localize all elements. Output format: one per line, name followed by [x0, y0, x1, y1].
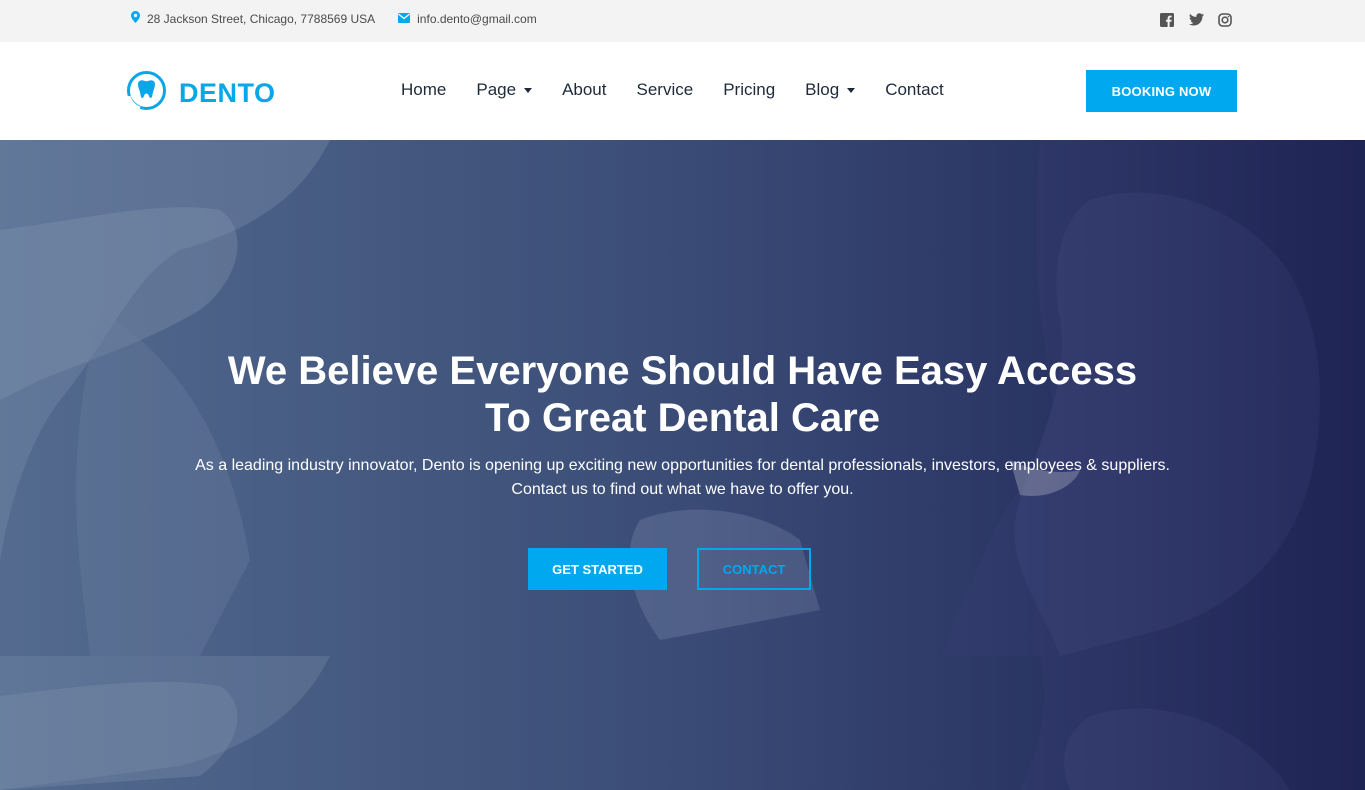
- nav-item-label: About: [562, 80, 607, 99]
- get-started-button[interactable]: GET STARTED: [528, 548, 667, 590]
- nav-item-label: Service: [636, 80, 694, 99]
- hero-title: We Believe Everyone Should Have Easy Acc…: [0, 348, 1365, 442]
- hero-description-line: As a leading industry innovator, Dento i…: [195, 457, 1170, 474]
- social-links: [1160, 13, 1233, 28]
- email-link[interactable]: info.dento@gmail.com: [417, 12, 537, 26]
- top-info-bar: 28 Jackson Street, Chicago, 7788569 USA …: [0, 0, 1365, 42]
- twitter-icon[interactable]: [1189, 13, 1204, 28]
- address-text: 28 Jackson Street, Chicago, 7788569 USA: [147, 11, 376, 26]
- hero-title-line: We Believe Everyone Should Have Easy Acc…: [227, 349, 1138, 393]
- nav-item-label: Blog: [805, 80, 840, 99]
- tooth-logo-icon: [126, 70, 167, 116]
- site-logo[interactable]: DENTO: [126, 70, 276, 116]
- nav-item-page[interactable]: Page: [476, 80, 533, 100]
- booking-now-button[interactable]: BOOKING NOW: [1086, 70, 1237, 112]
- instagram-icon[interactable]: [1218, 13, 1233, 28]
- nav-item-home[interactable]: Home: [401, 80, 446, 100]
- facebook-icon[interactable]: [1160, 13, 1175, 28]
- nav-item-service[interactable]: Service: [637, 80, 694, 100]
- main-nav: Home Page About Service Pricing Blog Con…: [401, 80, 944, 100]
- nav-item-label: Page: [476, 80, 517, 99]
- nav-item-pricing[interactable]: Pricing: [723, 80, 775, 100]
- caret-down-icon: [847, 88, 856, 93]
- map-pin-icon: [131, 11, 140, 26]
- contact-info: 28 Jackson Street, Chicago, 7788569 USA …: [131, 11, 537, 26]
- hero-background-image: [0, 656, 1365, 790]
- nav-item-label: Home: [401, 80, 447, 99]
- nav-item-contact[interactable]: Contact: [885, 80, 944, 100]
- hero-background-continued: [0, 656, 1365, 790]
- nav-item-label: Pricing: [723, 80, 776, 99]
- logo-text: DENTO: [179, 77, 276, 108]
- hero-description: As a leading industry innovator, Dento i…: [0, 454, 1365, 502]
- hero-description-line: Contact us to find out what we have to o…: [511, 481, 854, 498]
- caret-down-icon: [524, 88, 533, 93]
- site-header: DENTO Home Page About Service Pricing Bl…: [0, 42, 1365, 140]
- nav-item-about[interactable]: About: [562, 80, 606, 100]
- envelope-icon: [398, 12, 411, 26]
- nav-item-blog[interactable]: Blog: [805, 80, 856, 100]
- contact-button[interactable]: CONTACT: [697, 548, 811, 590]
- nav-item-label: Contact: [885, 80, 944, 99]
- hero-section: We Believe Everyone Should Have Easy Acc…: [0, 140, 1365, 656]
- hero-title-line: To Great Dental Care: [485, 396, 880, 440]
